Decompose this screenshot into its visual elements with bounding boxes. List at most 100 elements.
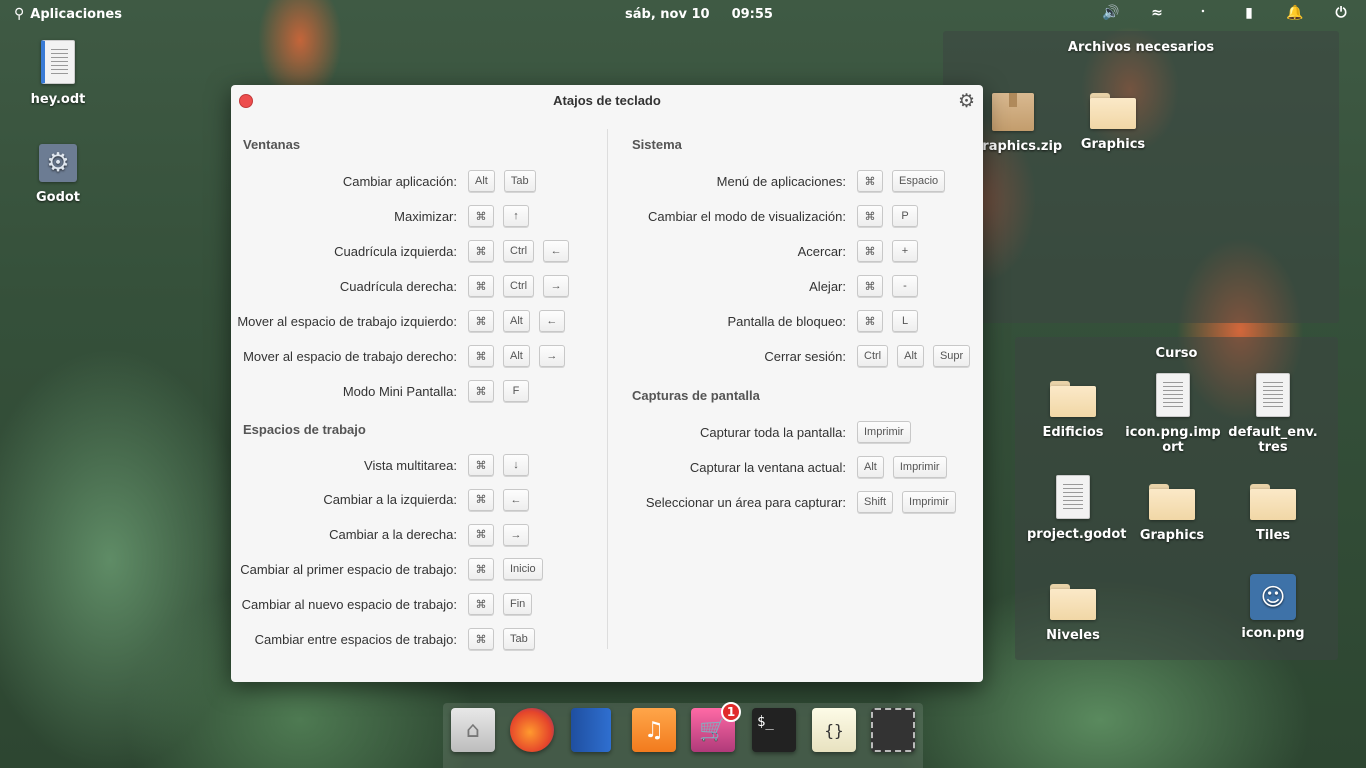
desktop-icon-hey-odt[interactable]: hey.odt (18, 40, 98, 107)
stack-item-project-godot[interactable]: project.godot (1027, 475, 1127, 542)
shortcut-label: Cambiar el modo de visualización: (648, 208, 846, 224)
keycap: ⌘ (468, 380, 494, 402)
stack-item-label: graphics.zip (973, 139, 1063, 154)
shortcut-label: Alejar: (809, 278, 846, 294)
shortcut-keys: ⌘ → (468, 523, 529, 546)
keycap: - (892, 275, 918, 297)
stack-item-label: project.godot (1027, 527, 1127, 542)
desktop-icon-label: Godot (35, 190, 81, 205)
shortcut-keys: ⌘ - (857, 275, 918, 297)
window-title: Atajos de teclado (553, 93, 661, 108)
keycap: ⌘ (468, 628, 494, 650)
stack-curso[interactable]: Curso Edificios icon.png.import default_… (1015, 337, 1338, 660)
stack-item-label: icon.png.import (1125, 425, 1221, 455)
notifications-icon[interactable]: 🔔 (1286, 5, 1304, 21)
keycap: Shift (857, 491, 894, 513)
gear-icon: ⚙ (39, 144, 77, 182)
notification-badge: 1 (721, 702, 741, 722)
stack-item-label: default_env.tres (1228, 425, 1318, 455)
shortcut-label: Cambiar entre espacios de trabajo: (254, 631, 457, 647)
keycap: Fin (503, 593, 533, 616)
stack-item-graphics[interactable]: Graphics (1073, 93, 1153, 152)
shortcut-row: Cambiar a la derecha: ⌘ → (231, 523, 529, 547)
keycap: ⌘ (857, 275, 883, 297)
music-icon[interactable]: ♫ (632, 708, 676, 752)
stack-item-graphics[interactable]: Graphics (1132, 484, 1212, 543)
stack-item-edificios[interactable]: Edificios (1033, 381, 1113, 440)
godot-icon: ☺ (1250, 574, 1296, 620)
keycap: ⌘ (468, 558, 494, 581)
stack-item-tiles[interactable]: Tiles (1233, 484, 1313, 543)
shortcut-keys: ⌘ Fin (468, 593, 533, 616)
top-panel: ⚲ Aplicaciones sáb, nov 10 09:55 🔊 ≈ ᛫ ▮… (0, 0, 1366, 28)
keycap: L (892, 310, 918, 332)
shortcut-keys: ⌘ P (857, 205, 918, 227)
stack-item-niveles[interactable]: Niveles (1033, 584, 1113, 643)
keycap: ⌘ (857, 310, 883, 332)
code-icon[interactable]: {} (812, 708, 856, 752)
archive-icon (992, 93, 1034, 131)
keycap: ⌘ (468, 523, 494, 546)
terminal-glyph: $_ (757, 714, 774, 730)
document-icon (1156, 373, 1190, 417)
keycap: ⌘ (857, 240, 883, 262)
shortcut-keys: Alt Imprimir (857, 456, 947, 478)
keycap: Supr (932, 345, 971, 367)
shortcut-label: Acercar: (797, 243, 846, 259)
applications-label: Aplicaciones (30, 6, 122, 22)
desktop-icon-label: hey.odt (30, 92, 86, 107)
shortcut-keys: Imprimir (857, 421, 911, 443)
gear-icon[interactable]: ⚙ (958, 90, 975, 113)
folder-icon (1149, 484, 1195, 520)
shortcut-row: Cambiar al nuevo espacio de trabajo: ⌘ Fin (231, 592, 533, 616)
shortcut-row: Capturar toda la pantalla: Imprimir (231, 420, 911, 444)
document-icon (1256, 373, 1290, 417)
folder-icon (1090, 93, 1136, 129)
wifi-icon[interactable]: ≈ (1148, 5, 1166, 21)
shortcut-row: Capturar la ventana actual: Alt Imprimir (231, 455, 947, 479)
shortcut-row: Cerrar sesión: Ctrl Alt Supr (231, 344, 971, 368)
volume-icon[interactable]: 🔊 (1102, 5, 1120, 21)
document-icon (1056, 475, 1090, 519)
shortcut-label: Cambiar a la derecha: (329, 527, 457, 543)
shortcut-keys: Ctrl Alt Supr (857, 345, 971, 367)
stack-item-graphics-zip[interactable]: graphics.zip (973, 93, 1063, 154)
shortcut-row: Cambiar al primer espacio de trabajo: ⌘ In… (231, 557, 543, 581)
stack-item-default-env-tres[interactable]: default_env.tres (1227, 373, 1319, 455)
bluetooth-icon[interactable]: ᛫ (1194, 5, 1212, 21)
folder-icon (1050, 584, 1096, 620)
stack-item-icon-png[interactable]: ☺ icon.png (1233, 574, 1313, 641)
keycap: Imprimir (892, 456, 947, 478)
section-title-ventanas: Ventanas (243, 137, 301, 152)
shortcut-row: Cambiar el modo de visualización: ⌘ P (231, 204, 918, 228)
shortcut-label: Cambiar al nuevo espacio de trabajo: (241, 596, 457, 612)
appcenter-icon[interactable]: 🛒 1 (691, 702, 741, 752)
shortcut-label: Cambiar al primer espacio de trabajo: (240, 561, 457, 577)
stack-item-icon-png-import[interactable]: icon.png.import (1125, 373, 1221, 455)
terminal-icon[interactable]: $_ (752, 708, 796, 752)
keycap: Ctrl (857, 345, 889, 367)
firefox-icon[interactable] (510, 708, 554, 752)
datetime-indicator[interactable]: sáb, nov 10 09:55 (625, 7, 773, 22)
desktop-icon-godot[interactable]: ⚙ Godot (18, 144, 98, 205)
shortcut-label: Capturar toda la pantalla: (700, 424, 846, 440)
battery-icon[interactable]: ▮ (1240, 5, 1258, 21)
screenshot-icon[interactable] (871, 708, 915, 752)
keycap: Espacio (892, 170, 946, 192)
power-icon[interactable]: ⏻ (1332, 5, 1350, 21)
shortcut-keys: ⌘ L (857, 310, 918, 332)
files-icon[interactable]: ⌂ (451, 708, 495, 752)
folder-icon (1050, 381, 1096, 417)
keycap: Tab (503, 628, 535, 650)
stack-title: Curso (1155, 346, 1198, 361)
stack-item-label: Graphics (1139, 528, 1205, 543)
applications-menu-button[interactable]: ⚲ Aplicaciones (14, 6, 122, 22)
shortcut-label: Seleccionar un área para capturar: (645, 494, 846, 510)
keycap: Inicio (503, 558, 543, 581)
shortcut-label: Capturar la ventana actual: (689, 459, 846, 475)
document-icon (41, 40, 75, 84)
book-icon[interactable] (571, 708, 611, 752)
stack-archivos-necesarios[interactable]: Archivos necesarios graphics.zip Graphic… (943, 31, 1339, 323)
section-title-capturas: Capturas de pantalla (632, 388, 760, 403)
system-tray: 🔊 ≈ ᛫ ▮ 🔔 ⏻ (1102, 5, 1350, 21)
